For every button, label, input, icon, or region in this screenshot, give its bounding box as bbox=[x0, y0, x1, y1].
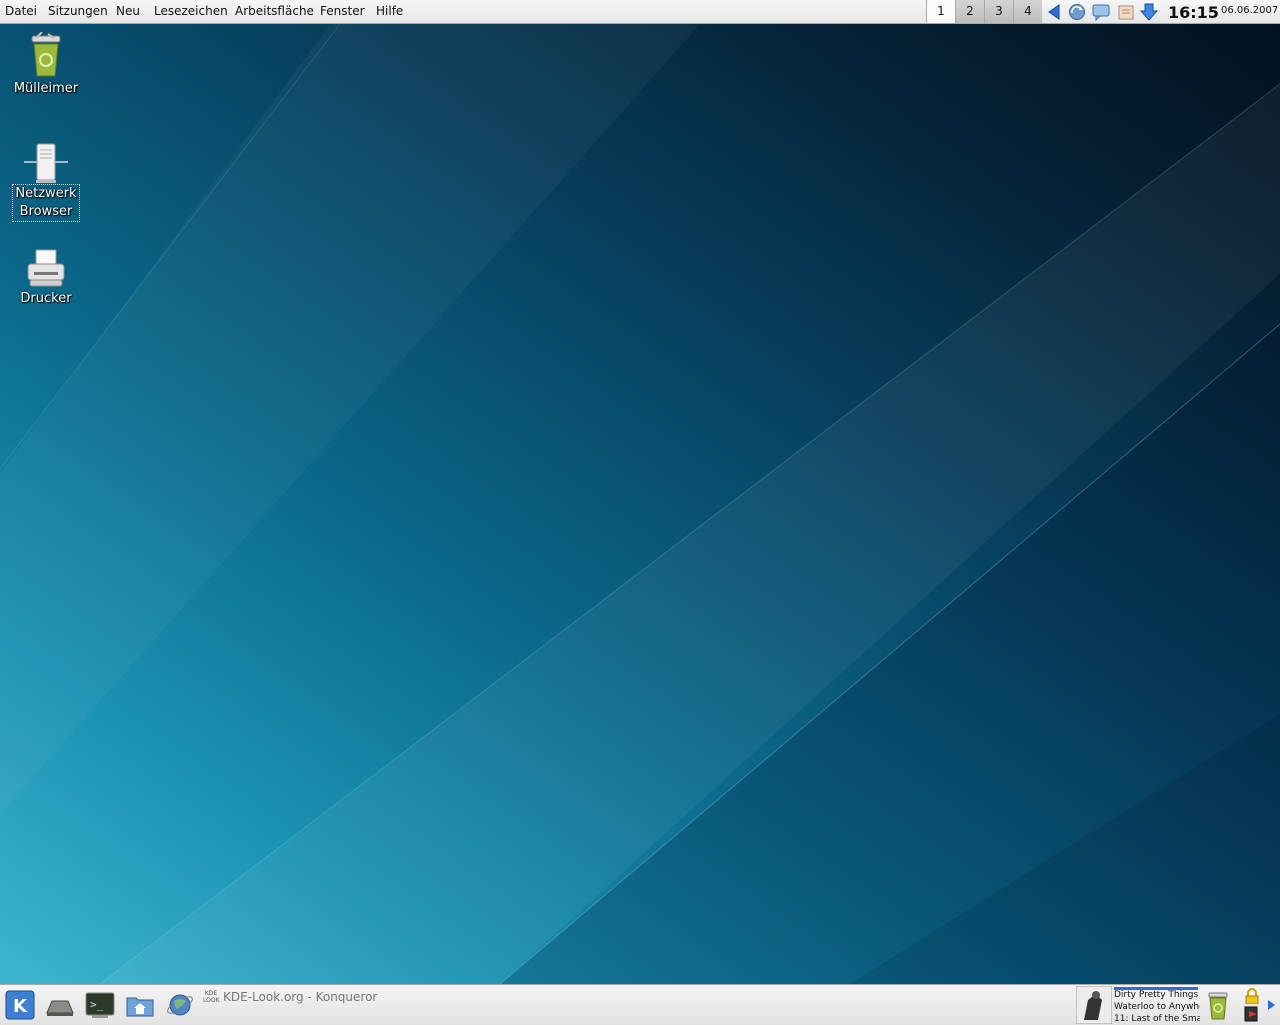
media-line-album: Waterloo to Anywhe bbox=[1114, 1002, 1200, 1012]
desktop-background[interactable]: Mülleimer Netzwerk Browser Drucker bbox=[0, 24, 1280, 984]
trash-applet-icon[interactable] bbox=[1202, 989, 1234, 1021]
home-folder-icon[interactable] bbox=[124, 989, 156, 1021]
label-line-1: Netzwerk bbox=[15, 186, 77, 201]
kde-menu-icon[interactable]: K bbox=[4, 989, 36, 1021]
update-icon[interactable] bbox=[1068, 3, 1086, 21]
clock-time[interactable]: 16:15 bbox=[1168, 3, 1219, 22]
desktop-icon-label: Mülleimer bbox=[13, 81, 79, 96]
bottom-panel: K >_ KDE LOOK KDE-Look.org - Konqueror D… bbox=[0, 984, 1280, 1025]
logout-icon[interactable] bbox=[1243, 1006, 1261, 1022]
panel-hide-arrow-icon[interactable] bbox=[1266, 999, 1276, 1011]
desktop-icon-network-browser[interactable]: Netzwerk Browser bbox=[8, 140, 84, 222]
taskbar-task-konqueror[interactable]: KDE LOOK KDE-Look.org - Konqueror bbox=[203, 988, 423, 1018]
desktop-icon-trash[interactable]: Mülleimer bbox=[8, 32, 84, 98]
desktop-icon-label: Drucker bbox=[20, 291, 72, 306]
menu-hilfe[interactable]: Hilfe bbox=[376, 4, 403, 18]
menu-lesezeichen[interactable]: Lesezeichen bbox=[154, 4, 228, 18]
chat-icon[interactable] bbox=[1092, 3, 1110, 21]
svg-text:>_: >_ bbox=[90, 998, 104, 1011]
trash-icon bbox=[31, 32, 61, 77]
clipboard-icon[interactable] bbox=[1117, 3, 1135, 21]
printer-icon bbox=[27, 249, 65, 287]
kde-look-icon: KDE LOOK bbox=[203, 990, 220, 1004]
pager-desktop-4[interactable]: 4 bbox=[1013, 0, 1042, 23]
menu-neu[interactable]: Neu bbox=[116, 4, 140, 18]
media-line-artist: Dirty Pretty Things bbox=[1114, 990, 1199, 1000]
show-desktop-icon[interactable] bbox=[44, 989, 76, 1021]
desktop-icon-printer[interactable]: Drucker bbox=[8, 246, 84, 308]
label-line-2: Browser bbox=[19, 204, 73, 219]
arrow-left-icon[interactable] bbox=[1045, 3, 1063, 21]
desktop-pager: 1 2 3 4 bbox=[926, 0, 1042, 23]
terminal-icon[interactable]: >_ bbox=[84, 989, 116, 1021]
media-player-applet[interactable]: Dirty Pretty Things Waterloo to Anywhe 1… bbox=[1076, 986, 1200, 1024]
konqueror-browser-icon[interactable] bbox=[164, 989, 196, 1021]
menu-fenster[interactable]: Fenster bbox=[320, 4, 365, 18]
menu-sitzungen[interactable]: Sitzungen bbox=[48, 4, 108, 18]
top-menubar: Datei Sitzungen Neu Lesezeichen Arbeitsf… bbox=[0, 0, 1280, 24]
media-line-track: 11: Last of the Small bbox=[1114, 1014, 1200, 1024]
task-label: KDE-Look.org - Konqueror bbox=[223, 990, 378, 1004]
lock-icon[interactable] bbox=[1243, 988, 1261, 1004]
pager-desktop-3[interactable]: 3 bbox=[984, 0, 1013, 23]
album-cover-icon bbox=[1076, 986, 1112, 1024]
network-server-icon bbox=[24, 143, 68, 183]
download-arrow-icon[interactable] bbox=[1140, 3, 1158, 21]
svg-text:K: K bbox=[13, 996, 28, 1017]
pager-desktop-2[interactable]: 2 bbox=[955, 0, 984, 23]
menu-arbeitsflaeche[interactable]: Arbeitsfläche bbox=[235, 4, 314, 18]
wallpaper-rays bbox=[0, 24, 1280, 984]
desktop-icon-label: Netzwerk Browser bbox=[12, 184, 80, 222]
menu-datei[interactable]: Datei bbox=[5, 4, 37, 18]
clock-date[interactable]: 06.06.2007 bbox=[1221, 5, 1278, 16]
pager-desktop-1[interactable]: 1 bbox=[926, 0, 955, 23]
